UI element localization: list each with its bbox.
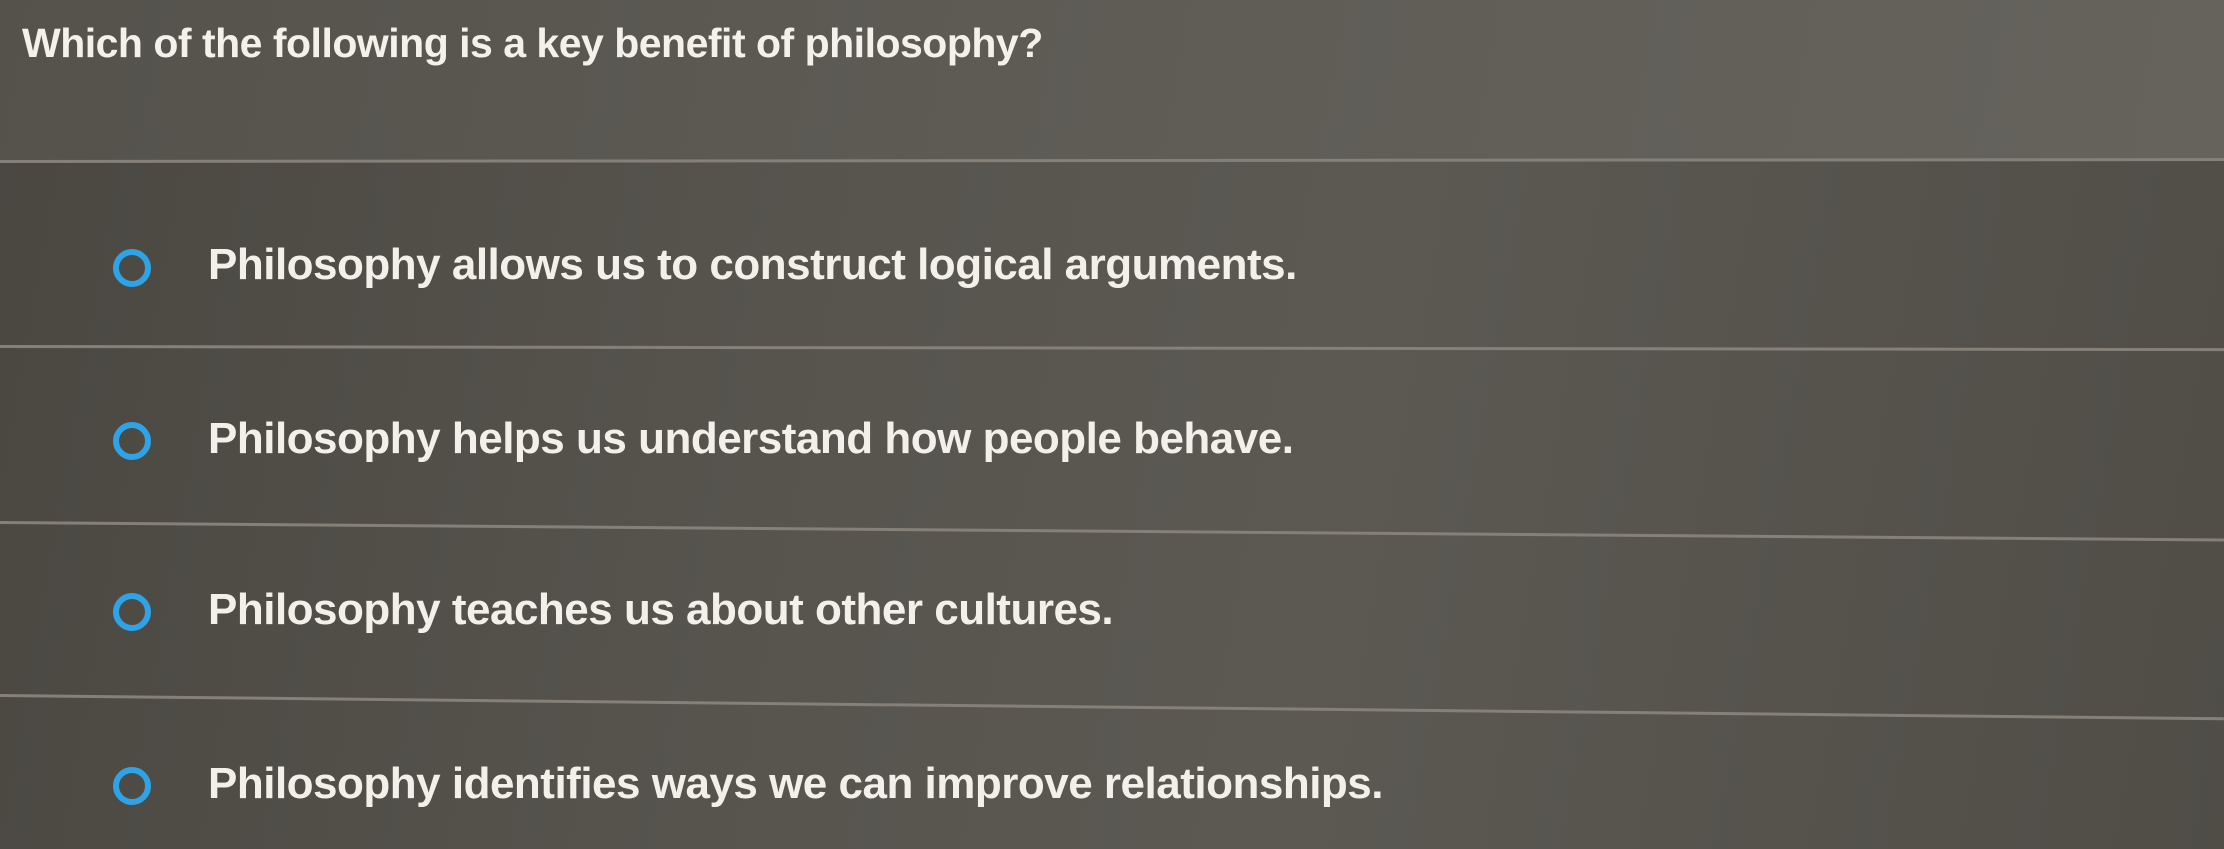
divider xyxy=(0,158,2224,163)
radio-button-icon[interactable] xyxy=(113,422,151,460)
question-text: Which of the following is a key benefit … xyxy=(22,20,1043,66)
radio-button-icon[interactable] xyxy=(113,249,151,287)
answer-option-3[interactable]: Philosophy teaches us about other cultur… xyxy=(0,540,2224,710)
answer-option-label[interactable]: Philosophy allows us to construct logica… xyxy=(208,240,1297,290)
answer-option-2[interactable]: Philosophy helps us understand how peopl… xyxy=(0,360,2224,530)
answer-option-label[interactable]: Philosophy helps us understand how peopl… xyxy=(208,414,1294,464)
answer-option-1[interactable]: Philosophy allows us to construct logica… xyxy=(0,180,2224,350)
radio-button-icon[interactable] xyxy=(113,767,151,805)
answer-option-4[interactable]: Philosophy identifies ways we can improv… xyxy=(0,715,2224,849)
quiz-screen: Which of the following is a key benefit … xyxy=(0,0,2224,849)
radio-button-icon[interactable] xyxy=(113,593,151,631)
answer-option-label[interactable]: Philosophy teaches us about other cultur… xyxy=(208,585,1114,635)
answer-option-label[interactable]: Philosophy identifies ways we can improv… xyxy=(208,759,1384,809)
question-header: Which of the following is a key benefit … xyxy=(0,0,2224,160)
